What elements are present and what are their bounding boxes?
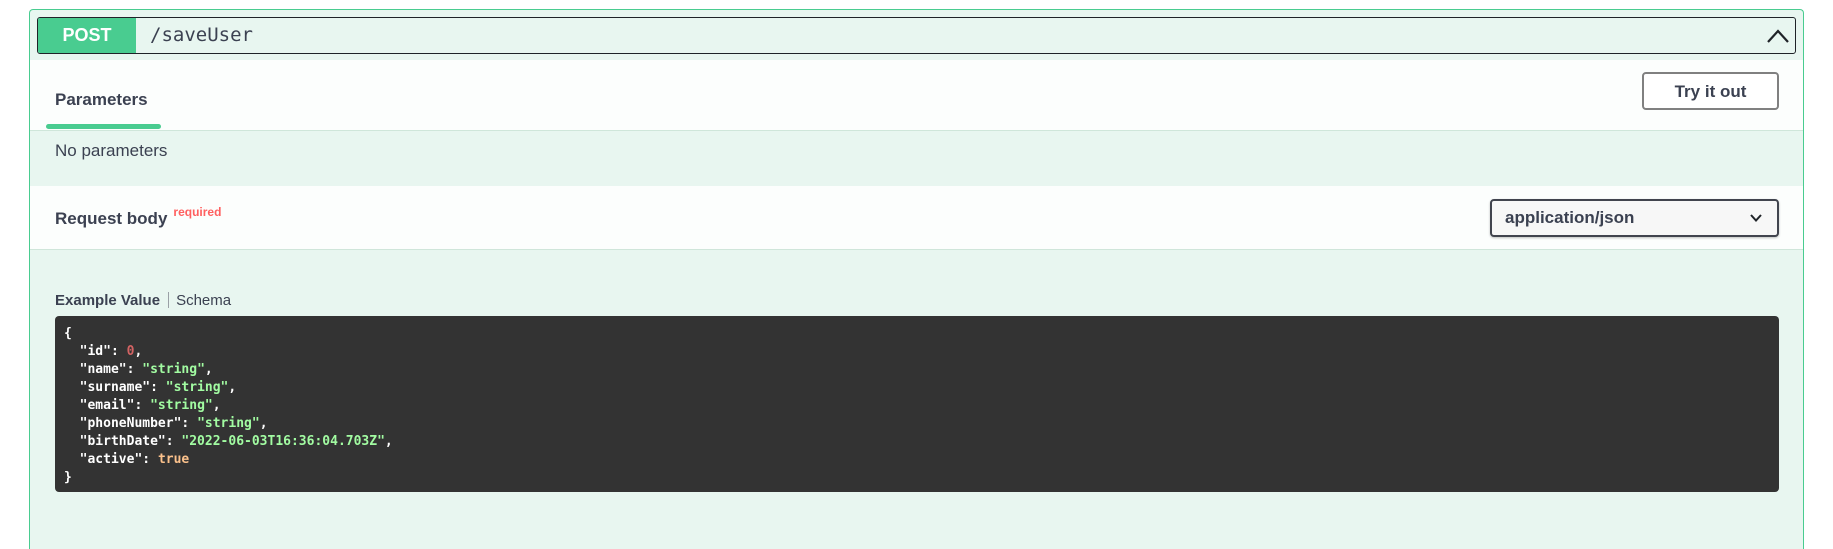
code-comma: ,	[384, 434, 393, 449]
parameters-header: Parameters Try it out	[30, 60, 1803, 131]
code-line-field: "email": "string",	[64, 397, 1770, 415]
code-value: "string"	[150, 398, 213, 413]
code-colon: :	[110, 344, 127, 359]
code-colon: :	[126, 362, 143, 377]
code-line-field: "id": 0,	[64, 343, 1770, 361]
code-comma: ,	[259, 416, 268, 431]
code-key: "phoneNumber"	[64, 416, 182, 431]
content-type-select[interactable]: application/json	[1490, 199, 1779, 237]
code-value: "2022-06-03T16:36:04.703Z"	[181, 434, 385, 449]
code-colon: :	[134, 398, 151, 413]
code-value: "string"	[165, 380, 229, 395]
code-colon: :	[165, 434, 182, 449]
code-brace-open: {	[64, 326, 72, 341]
code-comma: ,	[204, 362, 213, 377]
code-line-field: "active": true	[64, 451, 1770, 469]
code-value: true	[157, 452, 190, 467]
request-body-header: Request body required application/json	[30, 186, 1803, 250]
active-tab-indicator	[46, 124, 161, 129]
tab-example-value[interactable]: Example Value	[55, 292, 160, 309]
chevron-down-icon	[1750, 214, 1762, 222]
request-body-title: Request body required	[55, 205, 221, 229]
code-line-open: {	[64, 325, 1770, 343]
code-comma: ,	[212, 398, 221, 413]
model-tabs: Example Value Schema	[55, 292, 231, 309]
code-line-field: "birthDate": "2022-06-03T16:36:04.703Z",	[64, 433, 1770, 451]
tab-divider	[168, 292, 170, 308]
code-key: "name"	[64, 362, 127, 377]
endpoint-path: /saveUser	[150, 24, 253, 46]
code-line-field: "surname": "string",	[64, 379, 1770, 397]
code-brace-close: }	[64, 470, 72, 485]
content-type-value: application/json	[1505, 208, 1635, 227]
code-key: "id"	[64, 344, 111, 359]
operation-summary[interactable]: POST /saveUser	[37, 17, 1796, 54]
code-colon: :	[142, 452, 158, 467]
code-value: "string"	[197, 416, 260, 431]
code-value: "string"	[142, 362, 205, 377]
http-method-badge: POST	[38, 18, 136, 53]
no-parameters-text: No parameters	[55, 141, 168, 160]
code-colon: :	[150, 380, 166, 395]
code-line-field: "phoneNumber": "string",	[64, 415, 1770, 433]
code-key: "surname"	[64, 380, 151, 395]
code-comma: ,	[134, 344, 143, 359]
code-colon: :	[181, 416, 198, 431]
code-key: "email"	[64, 398, 135, 413]
operation-block-post-save-user: POST /saveUser Parameters Try it out No …	[29, 9, 1804, 549]
required-badge: required	[173, 205, 222, 219]
request-body-label: Request body	[55, 209, 168, 228]
code-line-close: }	[64, 469, 1770, 487]
code-key: "active"	[64, 452, 143, 467]
try-it-out-button[interactable]: Try it out	[1642, 72, 1779, 110]
code-line-field: "name": "string",	[64, 361, 1770, 379]
example-value-code[interactable]: { "id": 0, "name": "string", "surname": …	[55, 316, 1779, 492]
code-comma: ,	[228, 380, 237, 395]
tab-parameters[interactable]: Parameters	[55, 90, 148, 110]
tab-schema[interactable]: Schema	[176, 292, 231, 309]
code-key: "birthDate"	[64, 434, 166, 449]
chevron-up-icon[interactable]	[1765, 24, 1791, 48]
